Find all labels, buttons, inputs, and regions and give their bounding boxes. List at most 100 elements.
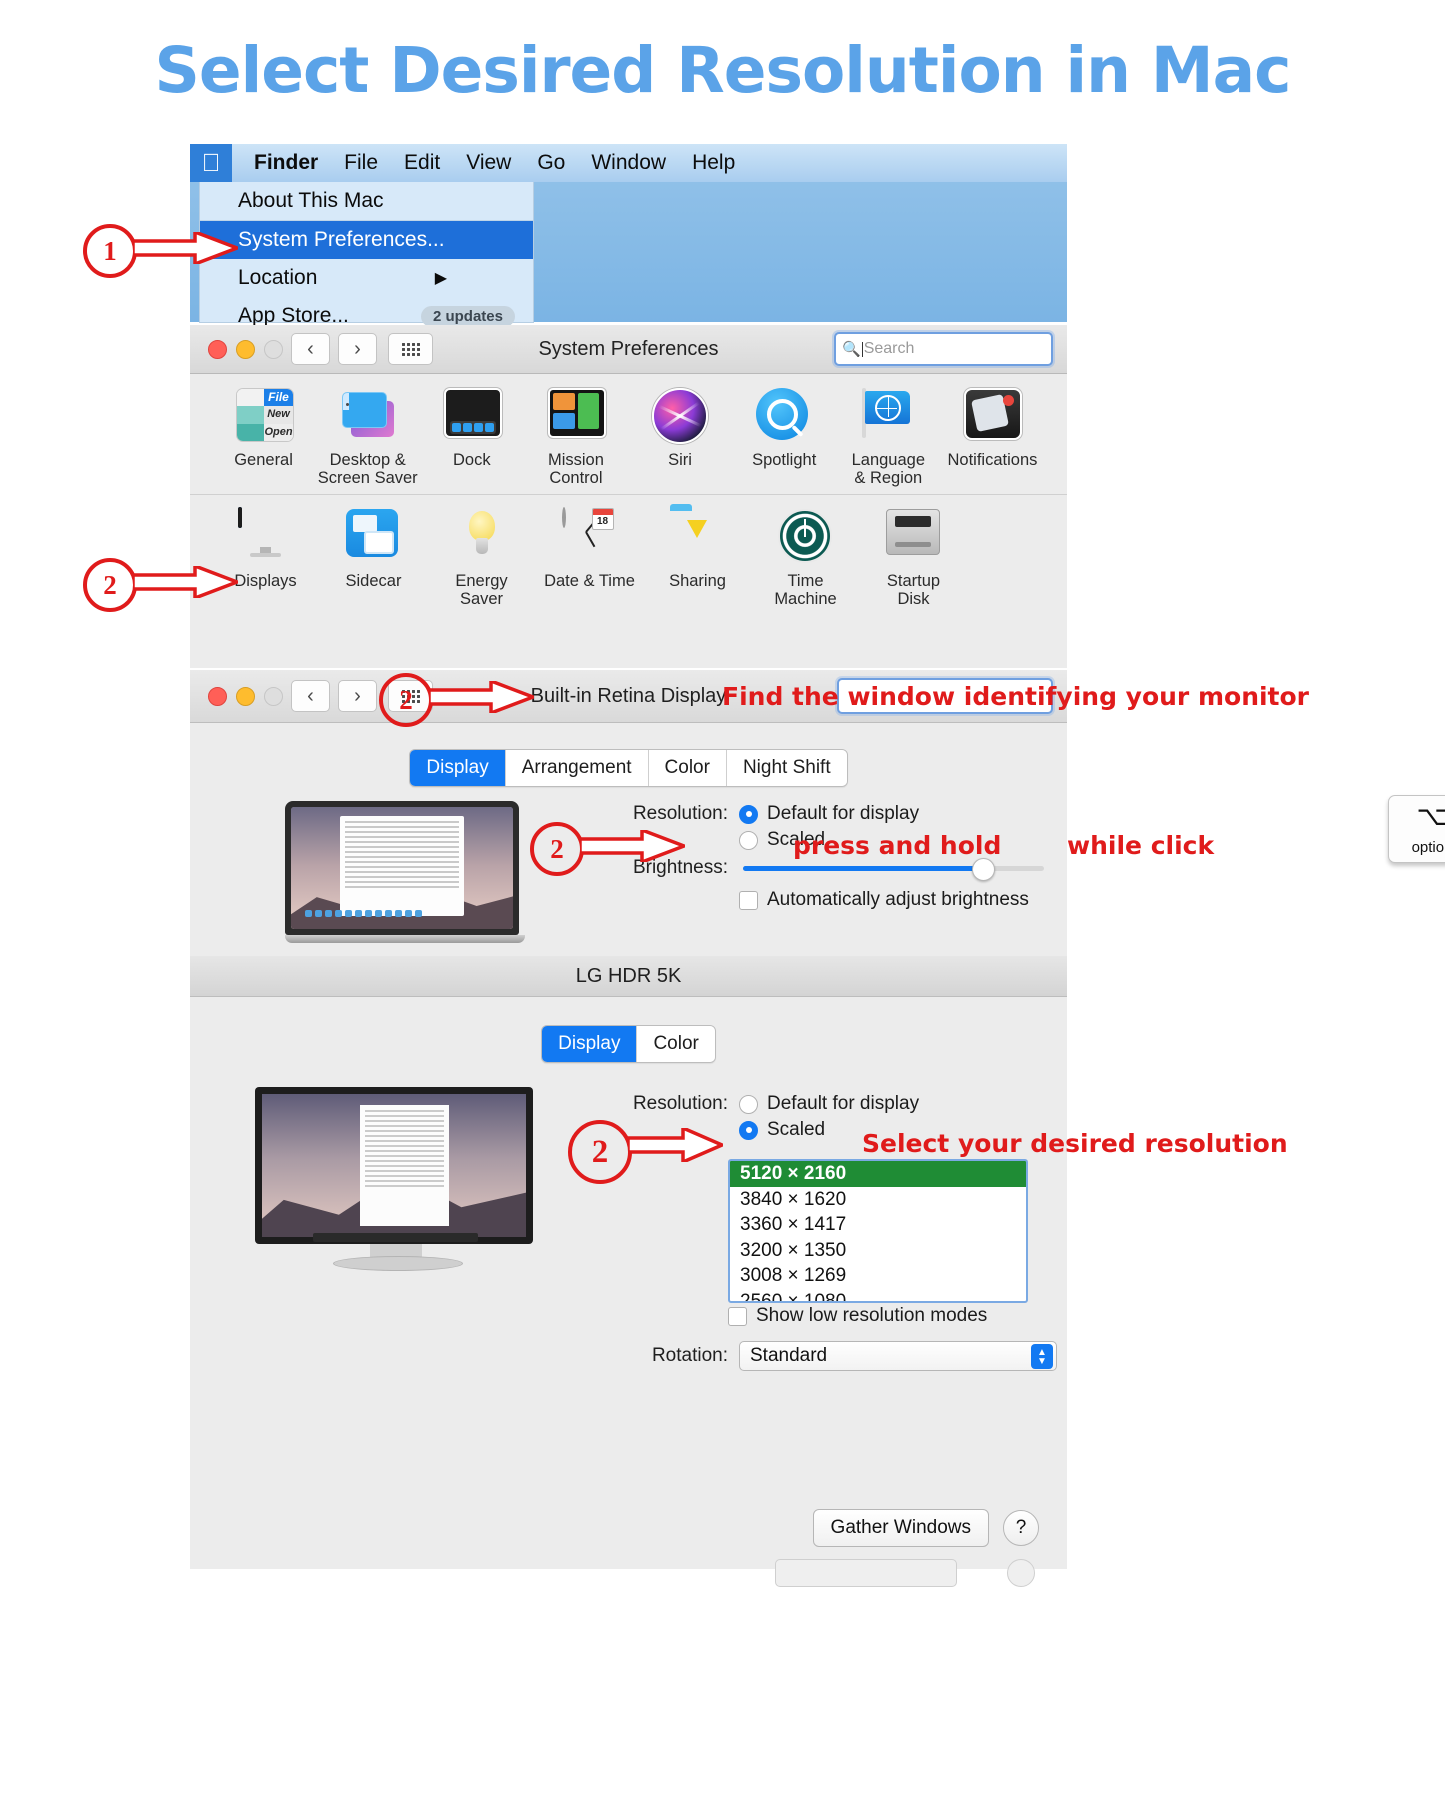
radio-scaled[interactable] [739, 1120, 758, 1140]
siri-icon [652, 388, 709, 444]
pref-item-mission-control[interactable]: Mission Control [524, 388, 627, 488]
tab-arrangement[interactable]: Arrangement [504, 750, 648, 786]
apple-menu-dropdown: About This Mac System Preferences... Loc… [199, 182, 534, 327]
stepper-icon[interactable]: ▲ ▼ [1031, 1344, 1053, 1369]
lg-display-window: LG HDR 5K Display Color Resolution: Defa… [190, 956, 1067, 1587]
preference-row-1: File New Open General Desktop & Screen Save… [190, 388, 1067, 488]
pref-label: Date & Time [544, 571, 635, 590]
option-key-symbol-icon: ⌥ [1416, 800, 1445, 831]
page-title: Select Desired Resolution in Mac [154, 34, 1292, 107]
radio-default-for-display[interactable] [739, 804, 758, 824]
rotation-select[interactable]: Standard ▲ ▼ [739, 1341, 1057, 1371]
pref-item-desktop-screensaver[interactable]: Desktop & Screen Saver [316, 388, 419, 488]
close-button[interactable] [208, 339, 227, 359]
search-field[interactable]: 🔍 Search [834, 332, 1053, 366]
resolution-list[interactable]: 5120 × 2160 3840 × 1620 3360 × 1417 3200… [728, 1159, 1028, 1303]
auto-brightness-label: Automatically adjust brightness [767, 889, 1029, 910]
pref-item-siri[interactable]: Siri [629, 388, 732, 488]
minimize-button[interactable] [236, 339, 255, 359]
tab-display[interactable]: Display [542, 1026, 637, 1062]
pref-item-energy-saver[interactable]: Energy Saver [428, 509, 535, 609]
forward-button[interactable]: › [338, 333, 377, 365]
rotation-value: Standard [750, 1345, 828, 1366]
radio-label-default: Default for display [767, 803, 920, 824]
pref-item-time-machine[interactable]: Time Machine [752, 508, 859, 609]
resolution-option[interactable]: 3840 × 1620 [730, 1187, 1026, 1213]
tab-color[interactable]: Color [647, 750, 726, 786]
annotation-select-resolution-text: Select your desired resolution [862, 1129, 1288, 1158]
gather-windows-button[interactable]: Gather Windows [812, 1509, 989, 1547]
menu-item-system-preferences[interactable]: System Preferences... [200, 220, 533, 259]
menu-item-edit[interactable]: Edit [404, 151, 440, 175]
date-time-icon: 18 [561, 506, 618, 565]
pref-label: Dock [453, 451, 491, 469]
pref-label: Siri [668, 451, 692, 469]
show-all-grid-icon[interactable] [388, 333, 433, 365]
radio-default-for-display[interactable] [739, 1094, 758, 1114]
option-key-graphic: ⌥ option [1388, 795, 1445, 863]
resolution-option[interactable]: 3008 × 1269 [730, 1263, 1026, 1289]
builtin-display-body: Resolution: Default for display Scaled B… [190, 787, 1445, 973]
radio-scaled[interactable] [739, 830, 758, 850]
pref-item-spotlight[interactable]: Spotlight [733, 388, 836, 488]
menu-item-file[interactable]: File [344, 151, 378, 175]
dock-icon [443, 388, 502, 444]
pref-item-notifications[interactable]: Notifications [941, 388, 1044, 488]
macbook-preview-image [285, 801, 525, 951]
menu-item-finder[interactable]: Finder [254, 151, 318, 175]
checkbox-low-resolution-modes[interactable] [728, 1306, 747, 1326]
startup-disk-icon [885, 508, 942, 565]
apple-menu-button[interactable]:  [190, 144, 232, 182]
pref-item-startup-disk[interactable]: Startup Disk [860, 508, 967, 609]
pref-item-sharing[interactable]: Sharing [644, 509, 751, 609]
traffic-lights [208, 339, 283, 359]
annotation-arrow-2d [628, 1128, 723, 1162]
spotlight-icon [756, 388, 812, 444]
menu-item-view[interactable]: View [466, 151, 511, 175]
pref-item-language-region[interactable]: Language & Region [837, 388, 940, 488]
pref-item-sidecar[interactable]: Sidecar [320, 508, 427, 609]
menu-item-window[interactable]: Window [591, 151, 666, 175]
time-machine-icon [777, 508, 834, 565]
annotation-step-2a: 2 [83, 558, 137, 612]
general-icon: File New Open [235, 388, 294, 444]
menu-item-label: System Preferences... [238, 228, 445, 251]
updates-badge: 2 updates [420, 305, 515, 327]
resolution-option[interactable]: 3200 × 1350 [730, 1238, 1026, 1264]
pref-item-general[interactable]: File New Open General [212, 388, 315, 488]
lg-display-tabs: Display Color [190, 997, 1067, 1063]
pref-label: Startup Disk [886, 571, 941, 609]
language-region-icon [860, 388, 916, 444]
window-edge-overflow [190, 1547, 1067, 1587]
checkbox-auto-brightness[interactable] [739, 890, 758, 910]
resolution-option[interactable]: 2560 × 1080 [730, 1289, 1026, 1302]
tab-display[interactable]: Display [410, 750, 505, 786]
monitor-preview-image [255, 1087, 540, 1272]
brightness-slider-knob[interactable] [971, 857, 995, 881]
lg-display-header: LG HDR 5K [190, 956, 1067, 997]
resolution-option[interactable]: 3360 × 1417 [730, 1212, 1026, 1238]
pref-item-date-time[interactable]: 18 Date & Time [536, 506, 643, 609]
annotation-step-2c: 2 [530, 822, 584, 876]
menu-item-about-this-mac[interactable]: About This Mac [200, 182, 533, 220]
pref-label: Mission Control [547, 451, 604, 488]
menu-item-location[interactable]: Location ▶ [200, 259, 533, 297]
energy-saver-icon [454, 509, 510, 565]
pref-label: Language & Region [851, 451, 926, 488]
mac-menu-bar:  Finder File Edit View Go Window Help [190, 144, 1067, 182]
lg-display-bottom-bar: Gather Windows ? [812, 1509, 1039, 1547]
mission-control-icon [547, 388, 606, 444]
search-placeholder: Search [863, 340, 915, 357]
pref-item-dock[interactable]: Dock [420, 388, 523, 488]
brightness-slider[interactable] [743, 857, 1044, 881]
menu-item-help[interactable]: Help [692, 151, 735, 175]
back-button[interactable]: ‹ [291, 333, 330, 365]
resolution-option[interactable]: 5120 × 2160 [730, 1161, 1026, 1187]
option-key-label: option [1411, 838, 1445, 856]
auto-brightness-row: Automatically adjust brightness [610, 889, 1050, 911]
help-button[interactable]: ? [1003, 1510, 1039, 1546]
tab-night-shift[interactable]: Night Shift [725, 750, 847, 786]
menu-item-go[interactable]: Go [537, 151, 565, 175]
preference-row-2: Displays Sidecar Energy Saver 18 Date & T… [190, 493, 1067, 609]
tab-color[interactable]: Color [636, 1026, 715, 1062]
